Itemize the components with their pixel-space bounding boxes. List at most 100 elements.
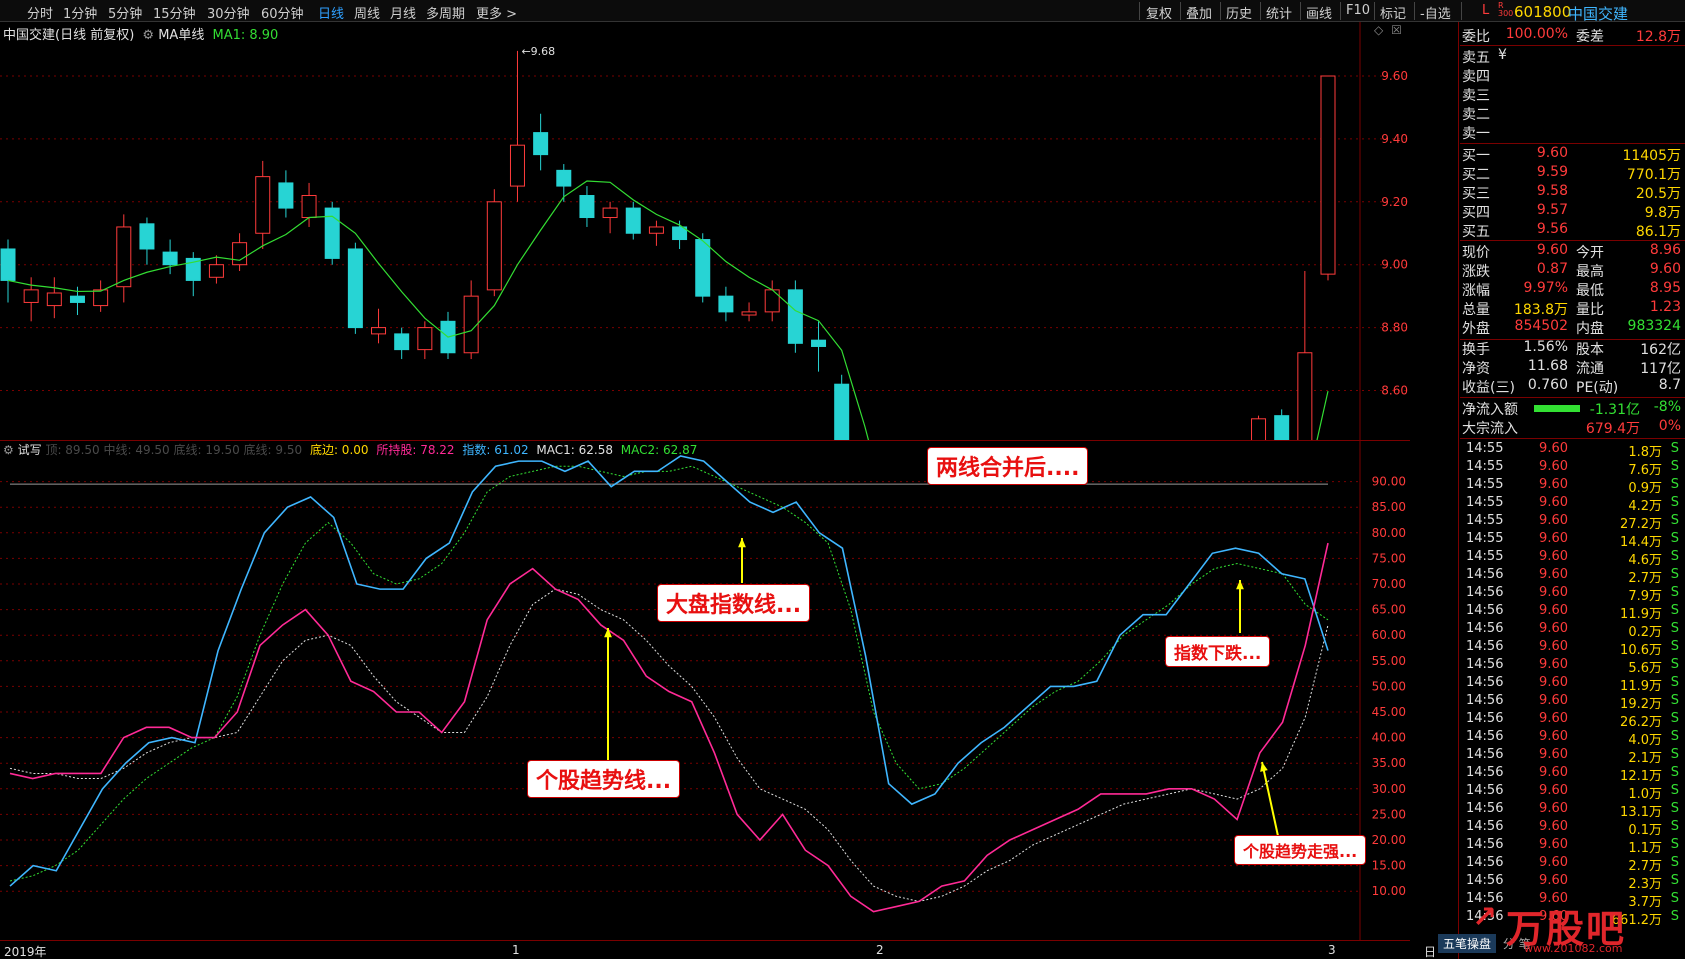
tick-price: 9.60 xyxy=(1539,495,1568,510)
candle-body xyxy=(23,289,39,303)
close-icon[interactable]: ☒ xyxy=(1391,23,1402,37)
stat-label: 今开 xyxy=(1576,245,1604,261)
candle-body xyxy=(208,264,224,278)
kline-chart[interactable]: 9.609.409.209.008.808.608.408.208.007.80… xyxy=(0,22,1410,440)
tick-side: S xyxy=(1670,909,1679,924)
stat-label: 最低 xyxy=(1576,283,1604,299)
stat-label: 现价 xyxy=(1462,245,1490,261)
restore-right-button[interactable]: 复权 xyxy=(1146,3,1172,22)
tick-volume: 7.9万 xyxy=(1628,589,1662,604)
arrow-stock-strong xyxy=(1261,761,1279,837)
period-tab-daily[interactable]: 日线 xyxy=(318,3,344,22)
buy-row: 买五 9.56 86.1万 xyxy=(1460,221,1685,240)
tick-row: 14:56 9.60 2.7万 S xyxy=(1460,855,1685,874)
indicator-tick-label: 55.00 xyxy=(1372,654,1406,668)
tick-volume: 1.0万 xyxy=(1628,787,1662,802)
candle-body xyxy=(579,195,595,219)
tick-side: S xyxy=(1670,891,1679,906)
tick-row: 14:55 9.60 4.6万 S xyxy=(1460,549,1685,568)
quote-separator xyxy=(1460,240,1685,241)
indicator-value-label: MAC2: 62.87 xyxy=(616,443,698,457)
period-tab-15min[interactable]: 15分钟 xyxy=(153,3,196,22)
tick-time: 14:56 xyxy=(1466,639,1504,654)
tick-volume: 13.1万 xyxy=(1620,805,1662,820)
stat-label: 外盘 xyxy=(1462,321,1490,337)
tick-row: 14:56 9.60 2.1万 S xyxy=(1460,747,1685,766)
period-tab-30min[interactable]: 30分钟 xyxy=(207,3,250,22)
tick-side: S xyxy=(1670,765,1679,780)
tick-volume: 1.1万 xyxy=(1628,841,1662,856)
netflow-bar xyxy=(1534,405,1580,412)
tick-row: 14:56 9.60 1.0万 S xyxy=(1460,783,1685,802)
period-tab-monthly[interactable]: 月线 xyxy=(390,3,416,22)
candle-body xyxy=(46,292,62,307)
tick-volume: 19.2万 xyxy=(1620,697,1662,712)
price-tick-label: 9.00 xyxy=(1381,258,1408,272)
tick-side: S xyxy=(1670,747,1679,762)
tick-side: S xyxy=(1670,495,1679,510)
more-menu-button[interactable]: 更多 > xyxy=(476,3,517,22)
diamond-icon[interactable]: ◇ xyxy=(1374,23,1383,37)
history-button[interactable]: 历史 xyxy=(1226,3,1252,22)
tick-side: S xyxy=(1670,783,1679,798)
period-tab-multi[interactable]: 多周期 xyxy=(426,3,465,22)
indicator-toggle-icon[interactable]: ⚙ xyxy=(3,443,14,457)
tick-time: 14:56 xyxy=(1466,801,1504,816)
period-tab-5min[interactable]: 5分钟 xyxy=(108,3,142,22)
tick-row: 14:56 9.60 5.6万 S xyxy=(1460,657,1685,676)
tick-time: 14:56 xyxy=(1466,873,1504,888)
commit-ratio-value: 100.00% xyxy=(1505,26,1568,42)
price-tick-label: 9.40 xyxy=(1381,132,1408,146)
sell5-mark: ¥ xyxy=(1498,47,1507,63)
tick-row: 14:55 9.60 7.6万 S xyxy=(1460,459,1685,478)
tick-price: 9.60 xyxy=(1539,801,1568,816)
stat-label: 流通 xyxy=(1576,361,1604,377)
tick-side: S xyxy=(1670,693,1679,708)
tick-volume: 14.4万 xyxy=(1620,535,1662,550)
sell-row: 卖一 xyxy=(1460,123,1685,142)
tick-volume: 0.1万 xyxy=(1628,823,1662,838)
settings-gear-icon[interactable]: ⚙ xyxy=(142,28,154,43)
quote-separator xyxy=(1460,438,1685,439)
mark-button[interactable]: 标记 xyxy=(1380,3,1406,22)
indicator-value-label: 所持股: 78.22 xyxy=(372,443,455,457)
candle-body xyxy=(764,289,780,313)
period-tab-fenshi[interactable]: 分时 xyxy=(27,3,53,22)
tick-side: S xyxy=(1670,531,1679,546)
stat-value: 983324 xyxy=(1627,318,1681,334)
candle-body xyxy=(116,226,132,288)
tick-time: 14:55 xyxy=(1466,531,1504,546)
remove-watchlist-button[interactable]: -自选 xyxy=(1420,3,1451,22)
statistics-button[interactable]: 统计 xyxy=(1266,3,1292,22)
tick-side: S xyxy=(1670,477,1679,492)
period-tab-60min[interactable]: 60分钟 xyxy=(261,3,304,22)
buy-row: 买三 9.58 20.5万 xyxy=(1460,183,1685,202)
overlay-button[interactable]: 叠加 xyxy=(1186,3,1212,22)
f10-button[interactable]: F10 xyxy=(1346,3,1370,18)
buy-level-label: 买五 xyxy=(1462,224,1490,240)
indicator-value-labels: 底边: 0.00 所持股: 78.22 指数: 61.02 MAC1: 62.5… xyxy=(306,443,697,457)
indicator-chart[interactable]: 90.00 85.00 80.00 75.00 70.00 65.00 60.00 55.00… xyxy=(0,440,1410,940)
tick-side: S xyxy=(1670,855,1679,870)
tab-wubi[interactable]: 五笔操盘 xyxy=(1438,934,1497,953)
tick-time: 14:56 xyxy=(1466,765,1504,780)
tick-price: 9.60 xyxy=(1539,477,1568,492)
period-tab-1min[interactable]: 1分钟 xyxy=(63,3,97,22)
draw-line-button[interactable]: 画线 xyxy=(1306,3,1332,22)
stat-label: 股本 xyxy=(1576,342,1604,358)
tick-price: 9.60 xyxy=(1539,729,1568,744)
stat-value: 0.87 xyxy=(1536,261,1568,277)
sell-row: 卖三 xyxy=(1460,85,1685,104)
date-label-2019: 2019年 xyxy=(4,945,47,959)
indicator-tick-label: 65.00 xyxy=(1372,603,1406,617)
tick-time: 14:56 xyxy=(1466,855,1504,870)
indicator-dim-label: 底线: 9.50 xyxy=(239,443,303,457)
stat-row: 总量 183.8万 量比 1.23 xyxy=(1460,299,1685,318)
tick-side: S xyxy=(1670,819,1679,834)
candle-body xyxy=(1320,75,1336,275)
arrow-index-line-head xyxy=(738,538,746,548)
watermark-url: www.201082.com xyxy=(1524,942,1623,955)
tick-price: 9.60 xyxy=(1539,639,1568,654)
period-tab-weekly[interactable]: 周线 xyxy=(354,3,380,22)
tick-volume: 26.2万 xyxy=(1620,715,1662,730)
